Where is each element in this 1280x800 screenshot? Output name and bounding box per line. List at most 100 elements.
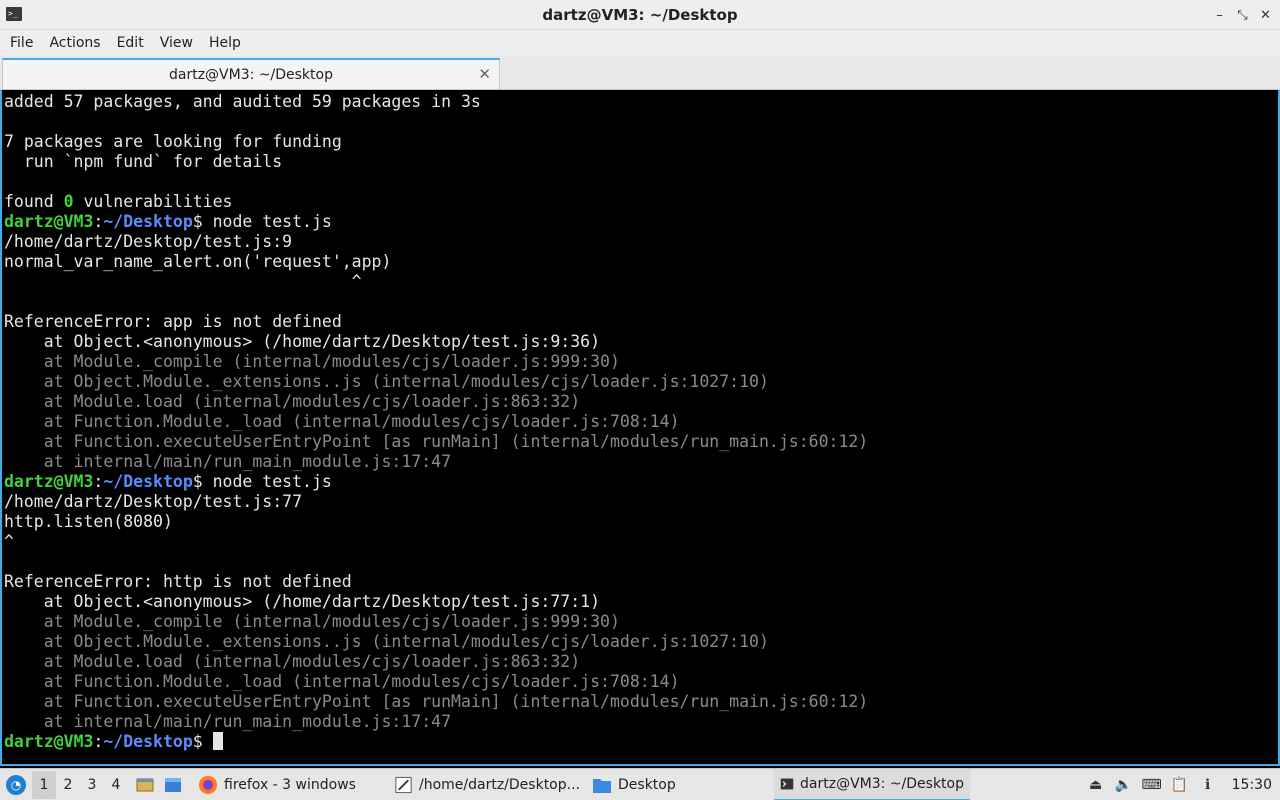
desktop-1[interactable]: 1 [32, 770, 56, 799]
terminal-line: dartz@VM3:~/Desktop$ node test.js [4, 212, 868, 232]
terminal-text: /home/dartz/Desktop/test.js:9 [4, 232, 293, 251]
terminal-line: /home/dartz/Desktop/test.js:77 [4, 492, 868, 512]
terminal-line: at Object.Module._extensions..js (intern… [4, 632, 868, 652]
task-label: dartz@VM3: ~/Desktop [800, 775, 964, 792]
terminal-text: dartz@VM3 [4, 472, 94, 491]
terminal-text: at Object.<anonymous> (/home/dartz/Deskt… [4, 592, 601, 611]
terminal-line: http.listen(8080) [4, 512, 868, 532]
task-desktop-folder[interactable]: Desktop [586, 769, 774, 800]
terminal-line: found 0 vulnerabilities [4, 192, 868, 212]
terminal-text: dartz@VM3 [4, 732, 94, 751]
terminal-text: ReferenceError: http is not defined [4, 572, 352, 591]
tab-close-icon[interactable]: ✕ [478, 65, 491, 83]
terminal-text: : [93, 472, 104, 491]
terminal-line: /home/dartz/Desktop/test.js:9 [4, 232, 868, 252]
tab-bar: dartz@VM3: ~/Desktop ✕ [0, 56, 1280, 90]
terminal-text: dartz@VM3 [4, 212, 94, 231]
terminal-line: ^ [4, 272, 868, 292]
start-menu-button[interactable]: ◔ [0, 769, 32, 800]
menu-actions[interactable]: Actions [41, 30, 108, 56]
terminal-line: at Module._compile (internal/modules/cjs… [4, 612, 868, 632]
updates-icon[interactable]: ℹ [1198, 775, 1218, 795]
window-title: dartz@VM3: ~/Desktop [542, 5, 738, 24]
terminal-line: dartz@VM3:~/Desktop$ [4, 732, 868, 752]
firefox-icon [199, 775, 217, 794]
clock[interactable]: 15:30 [1226, 777, 1272, 793]
terminal-text: at Object.Module._extensions..js (intern… [4, 632, 769, 651]
task-label: Desktop [618, 776, 676, 793]
terminal-view[interactable]: added 57 packages, and audited 59 packag… [0, 90, 1280, 766]
task-text-editor[interactable]: /home/dartz/Desktop... [388, 769, 586, 800]
close-window-button[interactable]: ✕ [1257, 8, 1274, 23]
terminal-text: vulnerabilities [73, 192, 233, 211]
terminal-line: at Function.Module._load (internal/modul… [4, 672, 868, 692]
terminal-text: at Function.executeUserEntryPoint [as ru… [4, 692, 869, 711]
file-manager-icon[interactable] [162, 774, 184, 796]
menu-bar: File Actions Edit View Help [0, 30, 1280, 56]
task-terminal[interactable]: dartz@VM3: ~/Desktop [774, 768, 970, 800]
terminal-line: ReferenceError: http is not defined [4, 572, 868, 592]
keyboard-icon[interactable]: ⌨ [1142, 775, 1162, 795]
desktop-4[interactable]: 4 [104, 771, 128, 799]
terminal-text: ^ [4, 272, 362, 291]
terminal-line: 7 packages are looking for funding [4, 132, 868, 152]
volume-icon[interactable]: 🔈 [1114, 775, 1134, 795]
terminal-text: at Function.Module._load (internal/modul… [4, 672, 680, 691]
terminal-text: ReferenceError: app is not defined [4, 312, 342, 331]
terminal-text: $ node test.js [192, 212, 332, 231]
terminal-text: at Object.Module._extensions..js (intern… [4, 372, 769, 391]
terminal-text: /home/dartz/Desktop/test.js:77 [4, 492, 303, 511]
terminal-cursor [212, 732, 223, 750]
system-tray: ⏏ 🔈 ⌨ 📋 ℹ 15:30 [1086, 769, 1280, 800]
maximize-button[interactable]: ⤡ [1234, 8, 1251, 23]
terminal-text: : [93, 212, 104, 231]
desktop-3[interactable]: 3 [80, 771, 104, 799]
terminal-line: at Object.<anonymous> (/home/dartz/Deskt… [4, 592, 868, 612]
terminal-text: 0 [63, 192, 74, 211]
taskbar: ◔ 1 2 3 4 firefox - 3 windows /home/dart… [0, 768, 1280, 800]
terminal-text: $ node test.js [192, 472, 332, 491]
terminal-text: at Module._compile (internal/modules/cjs… [4, 612, 620, 631]
desktop-2[interactable]: 2 [56, 771, 80, 799]
terminal-text: ^ [4, 532, 14, 551]
terminal-icon [780, 778, 794, 789]
terminal-line: ReferenceError: app is not defined [4, 312, 868, 332]
task-label: firefox - 3 windows [224, 776, 356, 793]
window-titlebar[interactable]: >_ dartz@VM3: ~/Desktop – ⤡ ✕ [0, 0, 1280, 30]
terminal-line: normal_var_name_alert.on('request',app) [4, 252, 868, 272]
terminal-text: at Object.<anonymous> (/home/dartz/Deskt… [4, 332, 601, 351]
terminal-line: added 57 packages, and audited 59 packag… [4, 92, 868, 112]
menu-edit[interactable]: Edit [109, 30, 152, 56]
terminal-text: ~/Desktop [103, 472, 193, 491]
terminal-line: run `npm fund` for details [4, 152, 868, 172]
show-desktop-icon[interactable] [134, 774, 156, 796]
clipboard-icon[interactable]: 📋 [1170, 775, 1190, 795]
window-controls: – ⤡ ✕ [1211, 0, 1274, 30]
terminal-line: at internal/main/run_main_module.js:17:4… [4, 712, 868, 732]
terminal-line: ^ [4, 532, 868, 552]
task-firefox[interactable]: firefox - 3 windows [192, 769, 388, 800]
terminal-text: : [93, 732, 104, 751]
terminal-text: at Module.load (internal/modules/cjs/loa… [4, 392, 581, 411]
terminal-line: at Object.Module._extensions..js (intern… [4, 372, 868, 392]
terminal-line: at Module.load (internal/modules/cjs/loa… [4, 652, 868, 672]
menu-view[interactable]: View [152, 30, 201, 56]
desktop-switcher: 1 2 3 4 [32, 769, 128, 800]
terminal-line: at internal/main/run_main_module.js:17:4… [4, 452, 868, 472]
tab-terminal[interactable]: dartz@VM3: ~/Desktop ✕ [2, 58, 500, 89]
menu-help[interactable]: Help [201, 30, 249, 56]
eject-icon[interactable]: ⏏ [1086, 775, 1106, 795]
terminal-text: ~/Desktop [103, 212, 193, 231]
terminal-line: at Object.<anonymous> (/home/dartz/Deskt… [4, 332, 868, 352]
menu-file[interactable]: File [2, 30, 41, 56]
terminal-text: ~/Desktop [103, 732, 193, 751]
terminal-line: at Function.executeUserEntryPoint [as ru… [4, 692, 869, 712]
terminal-line: at Module._compile (internal/modules/cjs… [4, 352, 868, 372]
terminal-text: found [4, 192, 64, 211]
terminal-app-icon[interactable]: >_ [6, 7, 22, 21]
task-label: /home/dartz/Desktop... [419, 776, 580, 793]
terminal-text: http.listen(8080) [4, 512, 173, 531]
minimize-button[interactable]: – [1211, 8, 1228, 23]
